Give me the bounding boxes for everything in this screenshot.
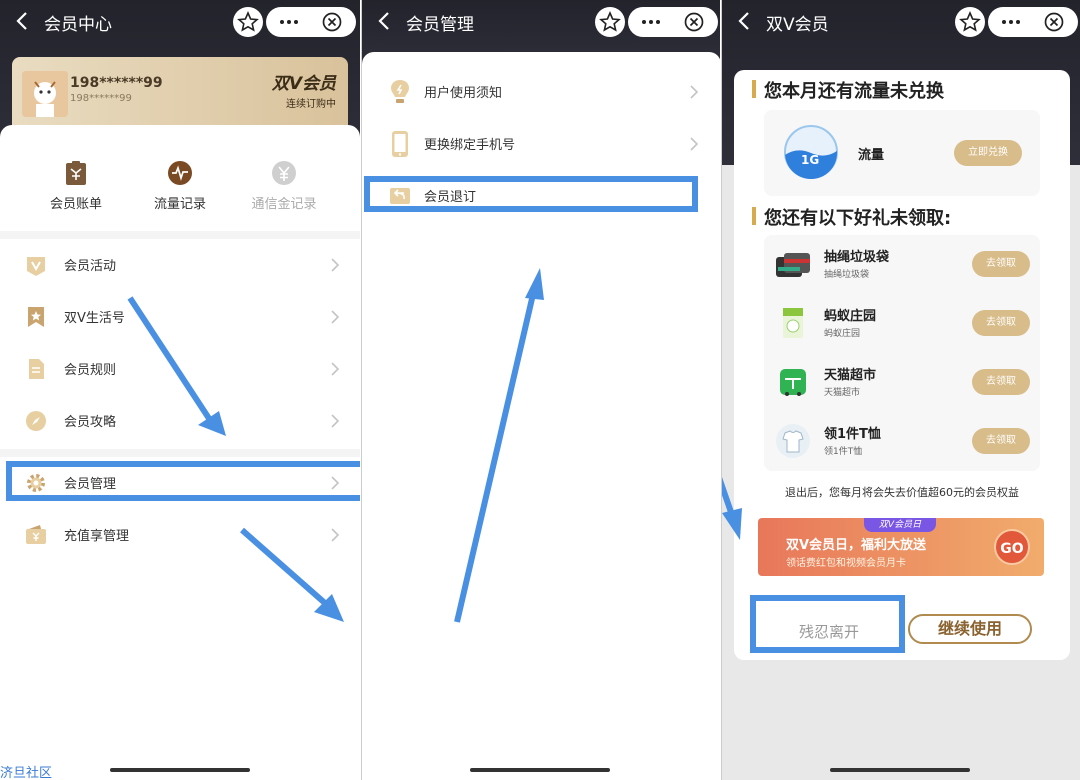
member-manage-panel: 会员管理 用户使用须知 更换绑定手机号 会员退订 [361,0,720,780]
home-indicator [830,768,970,772]
arrow-head-icon [198,411,226,436]
double-v-panel: 双V会员 您本月还有流量未兑换 1G 流量 立即兑换 您还有以下好礼未领取: 抽… [721,0,1080,780]
arrow-overlay [127,296,344,622]
arrow-head-icon [525,268,544,300]
arrow-head-icon [722,508,742,540]
home-indicator [110,768,250,772]
member-center-panel: 会员中心 198******99 198******99 双V会员 连续订购中 … [0,0,360,780]
arrow-overlay [454,268,544,623]
arrow-overlay [722,476,742,540]
home-indicator [470,768,610,772]
watermark: 济旦社区 [0,766,53,780]
screenshot-root: 会员中心 198******99 198******99 双V会员 连续订购中 … [0,0,1080,780]
